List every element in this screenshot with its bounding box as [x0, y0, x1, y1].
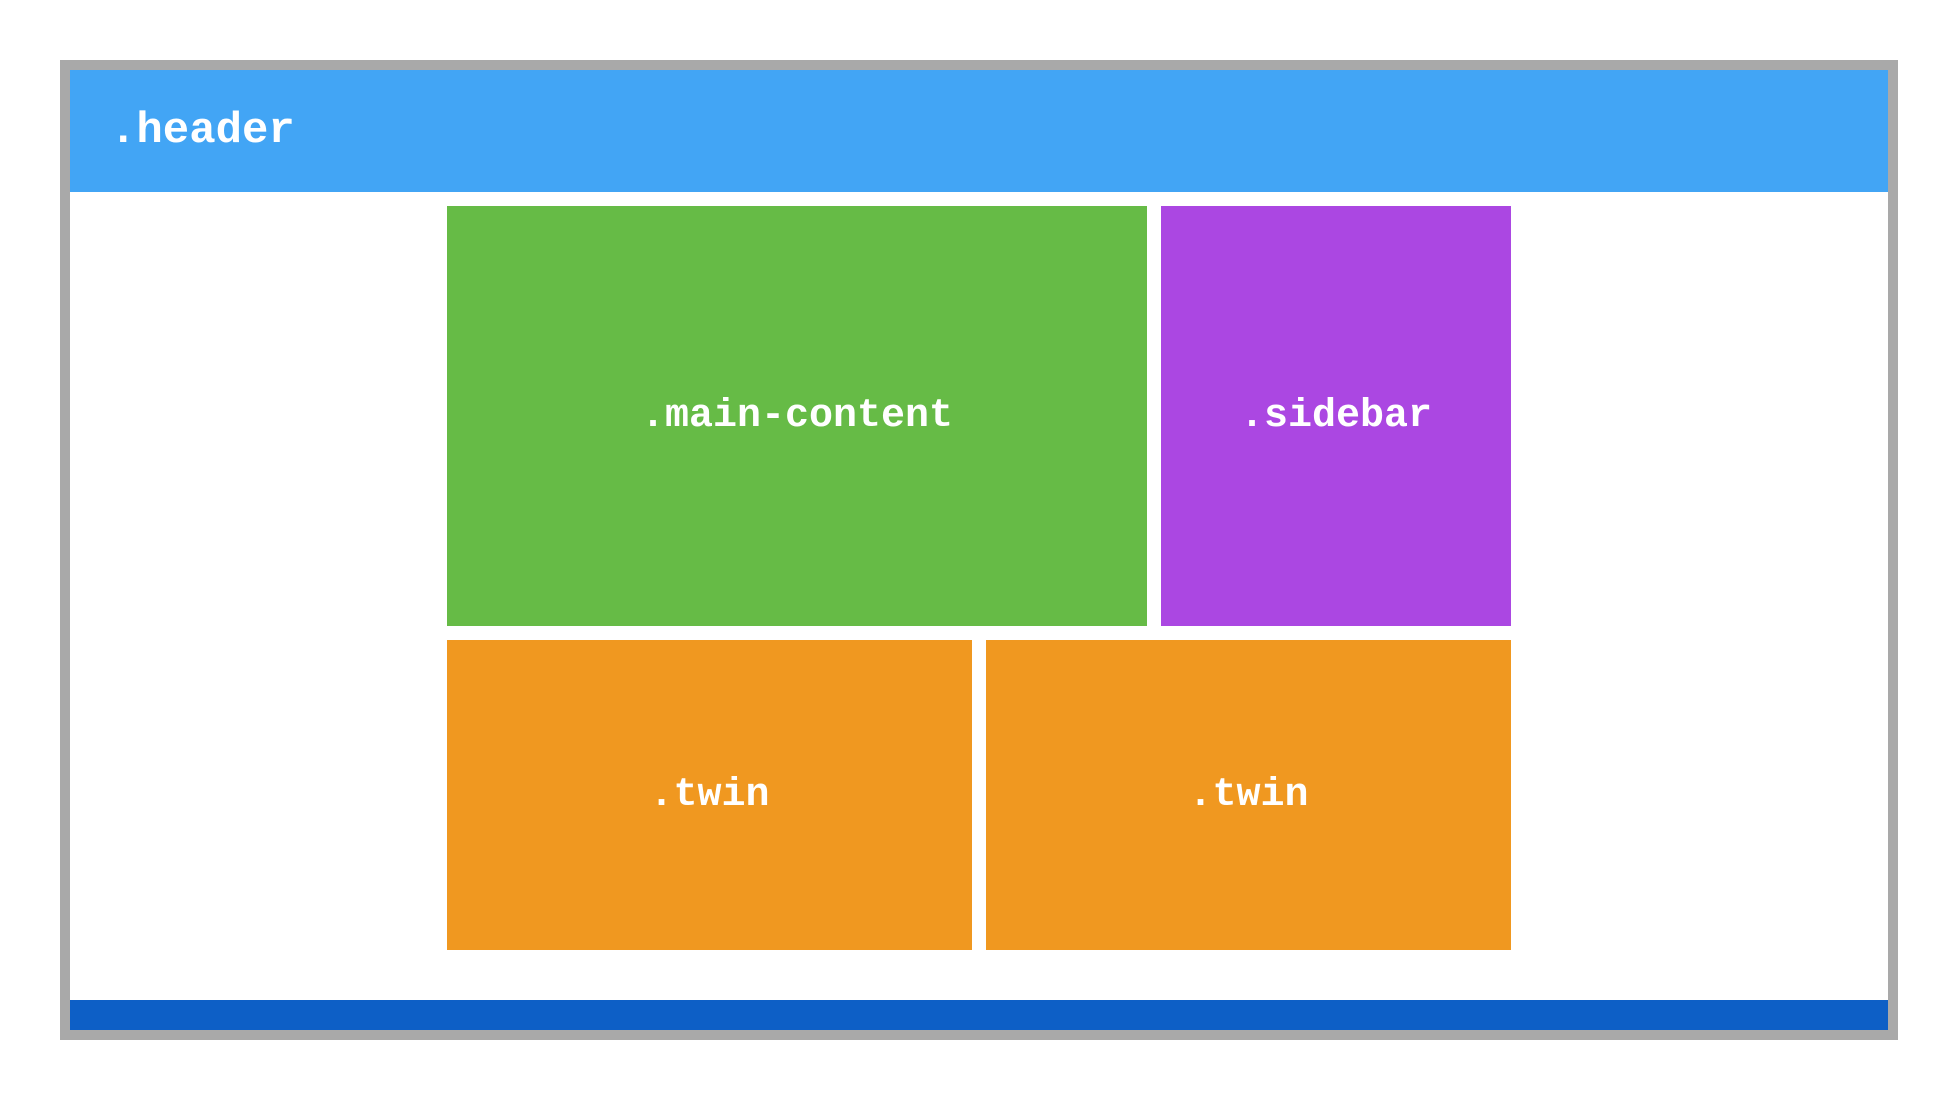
- twins-row: .twin .twin: [447, 640, 1511, 950]
- sidebar-label: .sidebar: [1240, 394, 1432, 439]
- layout-diagram-frame: .header .main-content .sidebar .twin .tw…: [60, 60, 1898, 1040]
- header-region: .header: [70, 70, 1888, 192]
- sidebar-region: .sidebar: [1161, 206, 1511, 626]
- twin-label-2: .twin: [1188, 773, 1308, 818]
- main-content-label: .main-content: [641, 394, 953, 439]
- grid-wrap: .main-content .sidebar .twin .twin: [447, 206, 1511, 1000]
- twin-region-1: .twin: [447, 640, 972, 950]
- main-content-region: .main-content: [447, 206, 1147, 626]
- twin-label-1: .twin: [649, 773, 769, 818]
- twin-region-2: .twin: [986, 640, 1511, 950]
- footer-region: [70, 1000, 1888, 1030]
- content-area: .main-content .sidebar .twin .twin: [70, 192, 1888, 1000]
- header-label: .header: [110, 106, 295, 156]
